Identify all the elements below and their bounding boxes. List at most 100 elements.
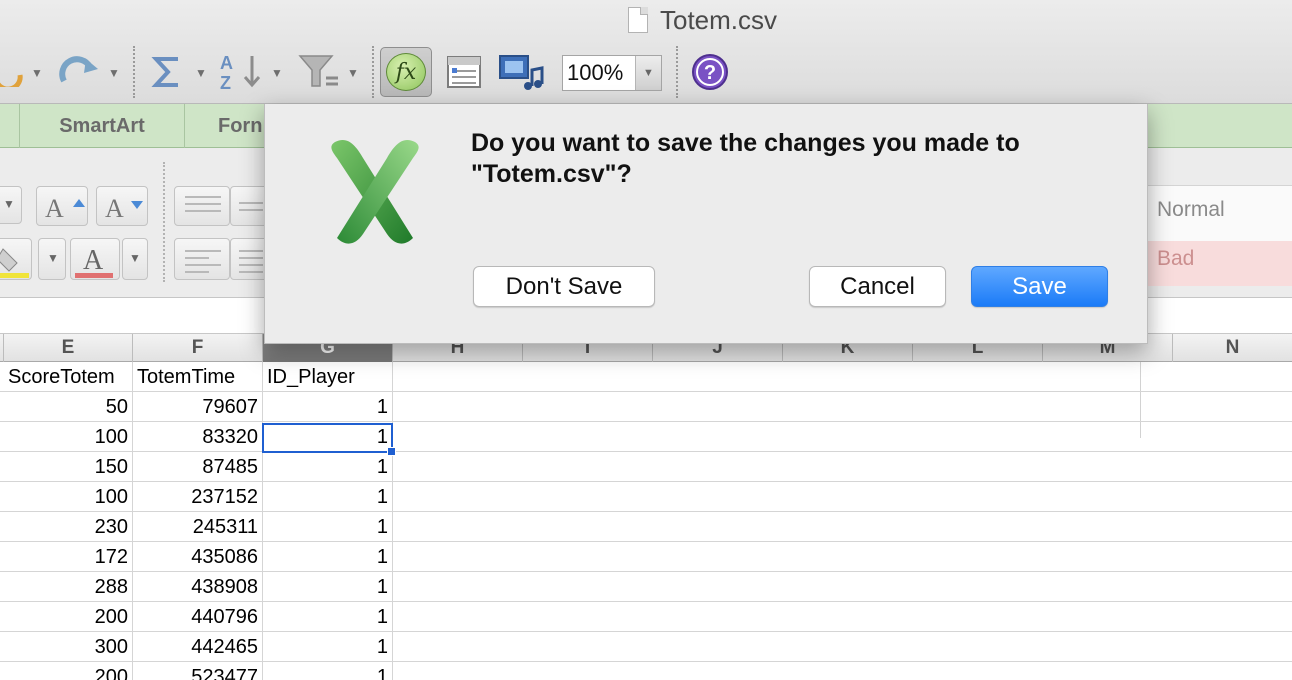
cell[interactable]: 172 (0, 542, 133, 572)
cell[interactable]: 1 (263, 512, 393, 542)
cell[interactable]: 83320 (133, 422, 263, 452)
cell[interactable]: ScoreTotem (0, 362, 133, 392)
cell[interactable]: 1 (263, 422, 393, 452)
excel-logo-icon (331, 139, 419, 244)
font-shrink-icon: A (105, 194, 143, 223)
table-row: 288 438908 1 (0, 572, 1292, 602)
media-film-music-icon (499, 55, 544, 90)
cell[interactable]: 1 (263, 452, 393, 482)
toolbar-separator (372, 46, 374, 98)
autosum-dropdown-icon[interactable]: ▼ (195, 66, 207, 80)
cell[interactable]: 438908 (133, 572, 263, 602)
spreadsheet-grid[interactable]: ScoreTotem TotemTime ID_Player 50 79607 1 1… (0, 362, 1292, 680)
style-normal[interactable]: Normal (1147, 185, 1292, 241)
cell[interactable]: 100 (0, 422, 133, 452)
redo-button[interactable] (56, 48, 104, 96)
align-left-icon (185, 245, 221, 278)
column-header-e[interactable]: E (4, 334, 133, 362)
fill-handle[interactable] (387, 447, 396, 456)
cell[interactable]: 435086 (133, 542, 263, 572)
svg-text:A: A (105, 194, 124, 223)
tab-smartart[interactable]: SmartArt (20, 104, 185, 148)
cell[interactable]: 288 (0, 572, 133, 602)
undo-icon (0, 74, 23, 87)
sort-button[interactable]: A Z (218, 48, 264, 96)
save-button[interactable]: Save (971, 266, 1108, 307)
dialog-message: Do you want to save the changes you made… (471, 129, 1020, 188)
cell[interactable]: 442465 (133, 632, 263, 662)
cell[interactable]: 50 (0, 392, 133, 422)
style-bad[interactable]: Bad (1147, 241, 1292, 286)
autosum-button[interactable] (148, 48, 186, 96)
cell[interactable]: 87485 (133, 452, 263, 482)
dont-save-button[interactable]: Don't Save (473, 266, 655, 307)
sort-dropdown-icon[interactable]: ▼ (271, 66, 283, 80)
table-row: 200 523477 1 (0, 662, 1292, 680)
redo-icon (59, 56, 98, 83)
font-size-dropdown[interactable]: ▼ (0, 186, 22, 224)
cell[interactable]: 79607 (133, 392, 263, 422)
formula-builder-button[interactable]: fx (380, 47, 432, 97)
toolbox-button[interactable] (444, 48, 484, 96)
chevron-down-icon[interactable]: ▼ (635, 56, 661, 90)
media-browser-button[interactable] (498, 48, 544, 96)
chevron-down-icon: ▼ (47, 251, 59, 265)
column-header-f[interactable]: F (133, 334, 263, 362)
cell[interactable]: 237152 (133, 482, 263, 512)
cell[interactable]: 1 (263, 662, 393, 680)
align-left-button[interactable] (174, 238, 230, 280)
cell[interactable]: 1 (263, 392, 393, 422)
cell[interactable]: 523477 (133, 662, 263, 680)
table-row: 200 440796 1 (0, 602, 1292, 632)
cell[interactable]: TotemTime (133, 362, 263, 392)
undo-button[interactable] (0, 48, 26, 96)
font-color-button[interactable]: A (70, 238, 120, 280)
fill-color-dropdown[interactable]: ▼ (38, 238, 66, 280)
cell[interactable]: 245311 (133, 512, 263, 542)
undo-dropdown-icon[interactable]: ▼ (31, 66, 43, 80)
title-bar: Totem.csv ▼ ▼ ▼ A Z ▼ ▼ fx 100% ▼ ? (0, 0, 1292, 104)
cell[interactable]: 1 (263, 482, 393, 512)
table-row: 230 245311 1 (0, 512, 1292, 542)
cell[interactable]: 1 (263, 542, 393, 572)
cell[interactable]: 440796 (133, 602, 263, 632)
cell[interactable]: 230 (0, 512, 133, 542)
cell[interactable]: 100 (0, 482, 133, 512)
cell[interactable]: 1 (263, 572, 393, 602)
filter-dropdown-icon[interactable]: ▼ (347, 66, 359, 80)
toolbar-separator (133, 46, 135, 98)
table-header-row: ScoreTotem TotemTime ID_Player (0, 362, 1292, 392)
increase-font-size-button[interactable]: A (36, 186, 88, 226)
zoom-value: 100% (567, 60, 624, 85)
fill-color-button[interactable] (0, 238, 32, 280)
help-icon: ? (692, 54, 728, 90)
cell[interactable]: ID_Player (263, 362, 393, 392)
chevron-down-icon: ▼ (3, 197, 15, 211)
redo-dropdown-icon[interactable]: ▼ (108, 66, 120, 80)
align-center-icon (239, 245, 263, 278)
ribbon-tab-partial[interactable] (0, 104, 20, 148)
cell[interactable]: 200 (0, 662, 133, 680)
column-header-n[interactable]: N (1173, 334, 1292, 362)
align-top-button[interactable] (174, 186, 230, 226)
font-color-icon: A (75, 245, 113, 278)
svg-text:A: A (45, 194, 64, 223)
align-middle-icon (239, 197, 263, 216)
svg-text:Z: Z (220, 73, 231, 92)
table-row: 50 79607 1 (0, 392, 1292, 422)
cell[interactable]: 200 (0, 602, 133, 632)
cancel-button[interactable]: Cancel (809, 266, 946, 307)
zoom-select[interactable]: 100% ▼ (562, 55, 662, 91)
cell[interactable]: 300 (0, 632, 133, 662)
cell[interactable]: 1 (263, 632, 393, 662)
decrease-font-size-button[interactable]: A (96, 186, 148, 226)
document-icon (628, 7, 648, 33)
table-row: 300 442465 1 (0, 632, 1292, 662)
font-color-dropdown[interactable]: ▼ (122, 238, 148, 280)
save-changes-dialog: Do you want to save the changes you made… (264, 104, 1148, 344)
cell[interactable]: 1 (263, 602, 393, 632)
cell[interactable]: 150 (0, 452, 133, 482)
help-button[interactable]: ? (688, 48, 732, 96)
table-row: 100 83320 1 (0, 422, 1292, 452)
filter-button[interactable] (296, 48, 344, 96)
